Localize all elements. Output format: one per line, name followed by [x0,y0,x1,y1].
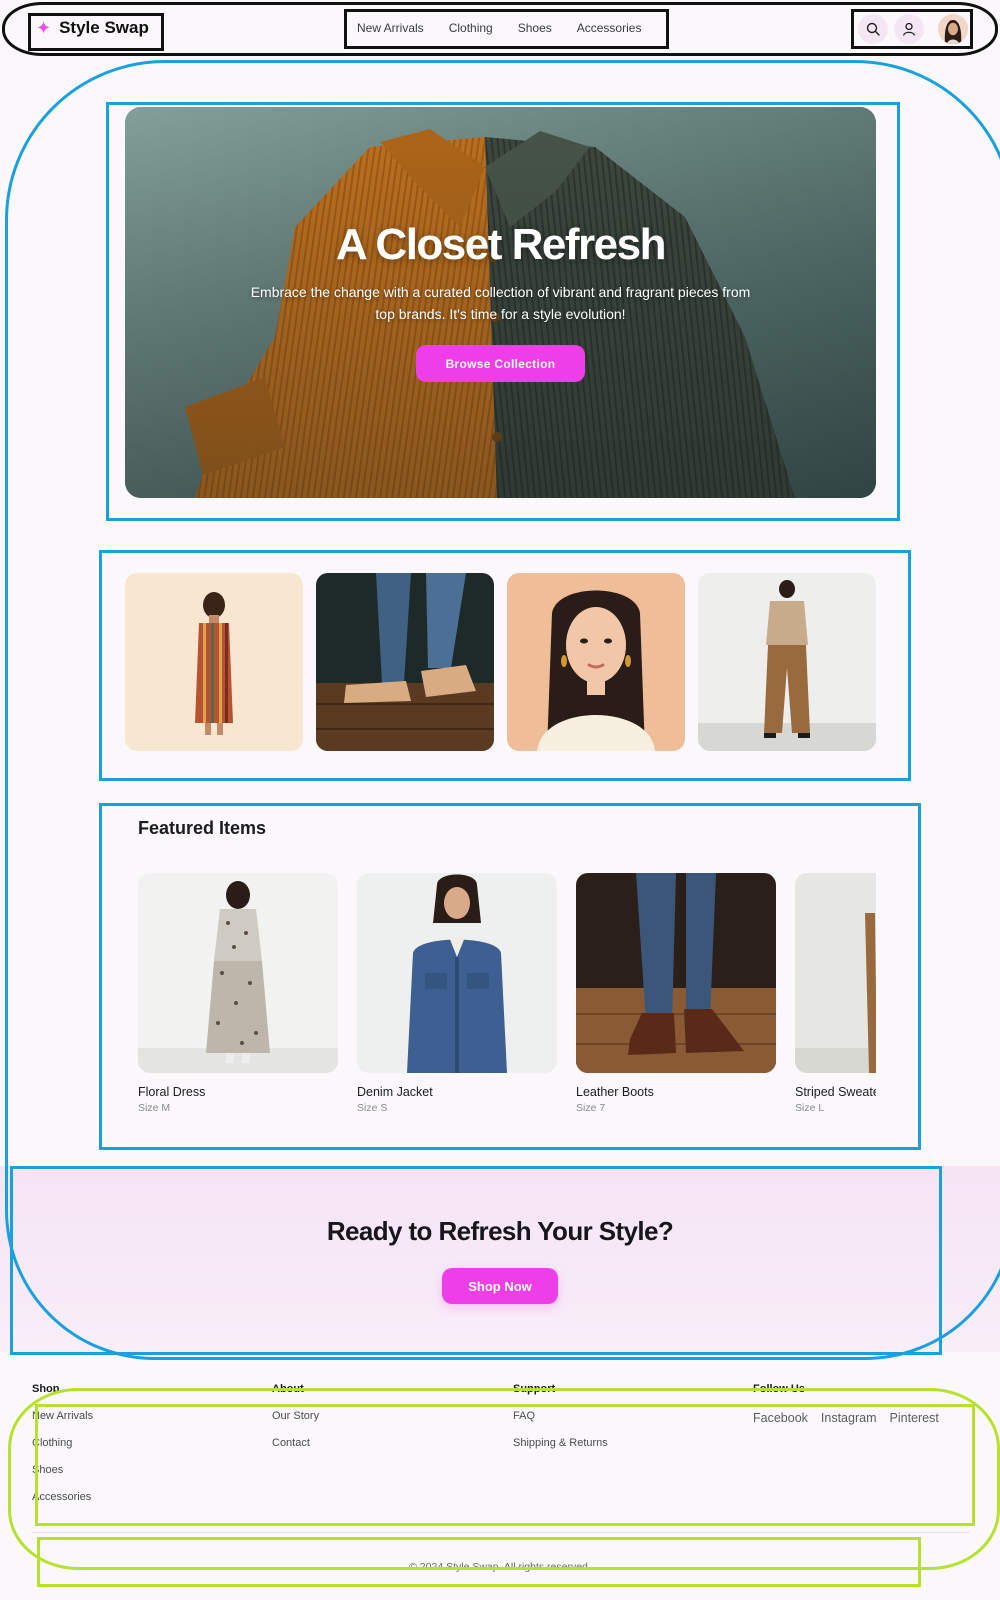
gallery-tile-loafers[interactable] [316,573,494,751]
striped-sweater-photo [795,873,876,1073]
avatar[interactable] [938,14,968,44]
product-name: Floral Dress [138,1085,206,1099]
copyright: © 2024 Style Swap. All rights reserved. [409,1561,591,1573]
product-size: Size 7 [576,1102,606,1114]
hero-banner: A Closet Refresh Embrace the change with… [125,107,876,498]
footer-column-follow: Follow Us [753,1383,805,1410]
product-name: Leather Boots [576,1085,654,1099]
footer-heading: About [272,1383,304,1395]
footer-heading: Shop [32,1383,60,1395]
product-name: Denim Jacket [357,1085,433,1099]
shop-now-button[interactable]: Shop Now [442,1268,558,1304]
product-size: Size S [357,1102,388,1114]
illustrated-portrait [507,573,685,751]
footer-link-clothing[interactable]: Clothing [32,1437,93,1449]
footer-column-about: About Our Story Contact [272,1383,319,1464]
footer-divider [32,1532,970,1533]
sparkle-icon: ✦ [36,18,52,38]
gallery-tile-striped-dress[interactable] [125,573,303,751]
footer-column-support: Support FAQ Shipping & Returns [513,1383,608,1464]
wide-trousers-photo [698,573,876,751]
cta-title: Ready to Refresh Your Style? [326,1216,674,1246]
nav-clothing[interactable]: Clothing [449,21,493,35]
nav-shoes[interactable]: Shoes [518,21,552,35]
gallery-tile-wide-trousers[interactable] [698,573,876,751]
account-button[interactable] [894,14,924,44]
footer-link-contact[interactable]: Contact [272,1437,319,1449]
brand-name: Style Swap [59,18,149,37]
footer-link-accessories[interactable]: Accessories [32,1491,93,1503]
footer-link-new-arrivals[interactable]: New Arrivals [32,1410,93,1422]
product-card[interactable]: Denim Jacket Size S [357,873,557,1114]
product-size: Size M [138,1102,171,1114]
user-icon [903,22,915,36]
footer-link-shipping-returns[interactable]: Shipping & Returns [513,1437,608,1449]
product-card[interactable]: Floral Dress Size M [138,873,338,1114]
product-size: Size L [795,1102,825,1114]
leather-boots-photo [576,873,776,1073]
nav-new-arrivals[interactable]: New Arrivals [357,21,424,35]
footer-heading: Support [513,1383,556,1395]
avatar-image [938,14,968,44]
social-link-pinterest[interactable]: Pinterest [890,1411,939,1425]
footer-column-shop: Shop New Arrivals Clothing Shoes Accesso… [32,1383,93,1518]
featured-carousel[interactable]: Floral Dress Size M Denim Jacket Size S [138,873,876,1123]
product-image [138,873,338,1073]
denim-jacket-photo [357,873,557,1073]
search-icon [866,22,880,36]
nav-accessories[interactable]: Accessories [577,21,642,35]
striped-dress-photo [125,573,303,751]
footer-link-faq[interactable]: FAQ [513,1410,608,1422]
search-button[interactable] [858,14,888,44]
gallery-tile-portrait[interactable] [507,573,685,751]
footer-link-our-story[interactable]: Our Story [272,1410,319,1422]
social-links: Facebook Instagram Pinterest [753,1411,939,1425]
hero-title: A Closet Refresh [336,220,666,269]
browse-collection-button[interactable]: Browse Collection [416,345,585,382]
hero-subtitle: Embrace the change with a curated collec… [250,284,751,322]
product-image [795,873,876,1073]
featured-title: Featured Items [138,818,267,838]
main-nav: New Arrivals Clothing Shoes Accessories [357,21,641,35]
product-card[interactable]: Striped Sweater Size L [795,873,876,1114]
product-image [357,873,557,1073]
footer-heading: Follow Us [753,1383,805,1395]
loafers-photo [316,573,494,751]
footer-link-shoes[interactable]: Shoes [32,1464,93,1476]
social-link-instagram[interactable]: Instagram [821,1411,877,1425]
cta-banner [0,1166,1000,1352]
product-card[interactable]: Leather Boots Size 7 [576,873,776,1114]
social-link-facebook[interactable]: Facebook [753,1411,808,1425]
product-name: Striped Sweater [795,1085,876,1099]
product-image [576,873,776,1073]
brand-logo[interactable]: ✦ Style Swap [36,18,149,38]
floral-dress-photo [138,873,338,1073]
